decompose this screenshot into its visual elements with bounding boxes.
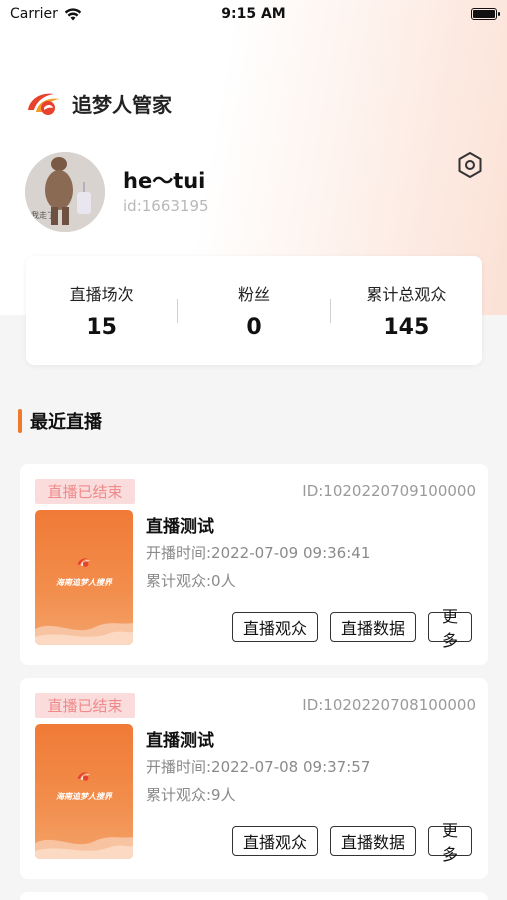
live-data-button[interactable]: 直播数据 <box>330 826 416 856</box>
settings-button[interactable] <box>456 151 484 179</box>
more-button[interactable]: 更多 <box>428 607 472 650</box>
cover-text: 海南追梦人搜界 <box>56 792 112 801</box>
stat-value: 0 <box>246 315 262 340</box>
live-start-time: 开播时间:2022-07-08 09:37:57 <box>146 758 371 776</box>
live-audience-button[interactable]: 直播观众 <box>232 612 318 642</box>
section-title: 最近直播 <box>30 412 102 433</box>
brand-title: 追梦人管家 <box>72 92 172 117</box>
live-data-button[interactable]: 直播数据 <box>330 612 416 642</box>
stat-label: 直播场次 <box>69 285 134 304</box>
cover-wave <box>35 837 133 859</box>
more-button[interactable]: 更多 <box>428 821 472 864</box>
user-id: id:1663195 <box>123 197 209 215</box>
cover-logo-icon <box>77 772 91 781</box>
avatar[interactable]: 我走了 <box>25 152 105 232</box>
live-title: 直播测试 <box>146 731 214 751</box>
stat-live-count[interactable]: 直播场次 15 <box>26 281 177 340</box>
live-card[interactable] <box>20 892 488 900</box>
stat-value: 145 <box>383 315 430 340</box>
cover-logo-icon <box>77 558 91 567</box>
live-audience-button[interactable]: 直播观众 <box>232 826 318 856</box>
cover-text: 海南追梦人搜界 <box>56 578 112 587</box>
cover-wave <box>35 623 133 645</box>
stat-label: 粉丝 <box>237 285 270 304</box>
live-viewers: 累计观众:9人 <box>146 786 236 804</box>
stat-fans[interactable]: 粉丝 0 <box>178 281 329 340</box>
section-accent-bar <box>18 409 22 433</box>
stats-card: 直播场次 15 粉丝 0 累计总观众 145 <box>26 256 482 365</box>
username: he～tui <box>123 169 206 193</box>
live-viewers: 累计观众:0人 <box>146 572 236 590</box>
live-start-time: 开播时间:2022-07-09 09:36:41 <box>146 544 371 562</box>
settings-hexagon-icon <box>458 152 482 178</box>
live-id: ID:1020220708100000 <box>302 696 476 714</box>
live-card[interactable]: 直播已结束 ID:1020220708100000 海南追梦人搜界 直播测试 开… <box>20 678 488 879</box>
live-cover[interactable]: 海南追梦人搜界 <box>35 510 133 645</box>
live-title: 直播测试 <box>146 517 214 537</box>
stat-label: 累计总观众 <box>366 285 447 304</box>
section-header: 最近直播 <box>18 408 102 434</box>
avatar-image: 我走了 <box>25 152 105 232</box>
live-card[interactable]: 直播已结束 ID:1020220709100000 海南追梦人搜界 直播测试 开… <box>20 464 488 665</box>
brand-logo-icon <box>28 93 60 115</box>
brand-header: 追梦人管家 <box>24 88 172 118</box>
stat-value: 15 <box>86 315 117 340</box>
live-id: ID:1020220709100000 <box>302 482 476 500</box>
clock: 9:15 AM <box>221 6 286 22</box>
status-badge: 直播已结束 <box>35 693 135 718</box>
svg-text:我走了: 我走了 <box>31 210 55 220</box>
status-badge: 直播已结束 <box>35 479 135 504</box>
live-cover[interactable]: 海南追梦人搜界 <box>35 724 133 859</box>
stat-total-viewers[interactable]: 累计总观众 145 <box>331 281 482 340</box>
